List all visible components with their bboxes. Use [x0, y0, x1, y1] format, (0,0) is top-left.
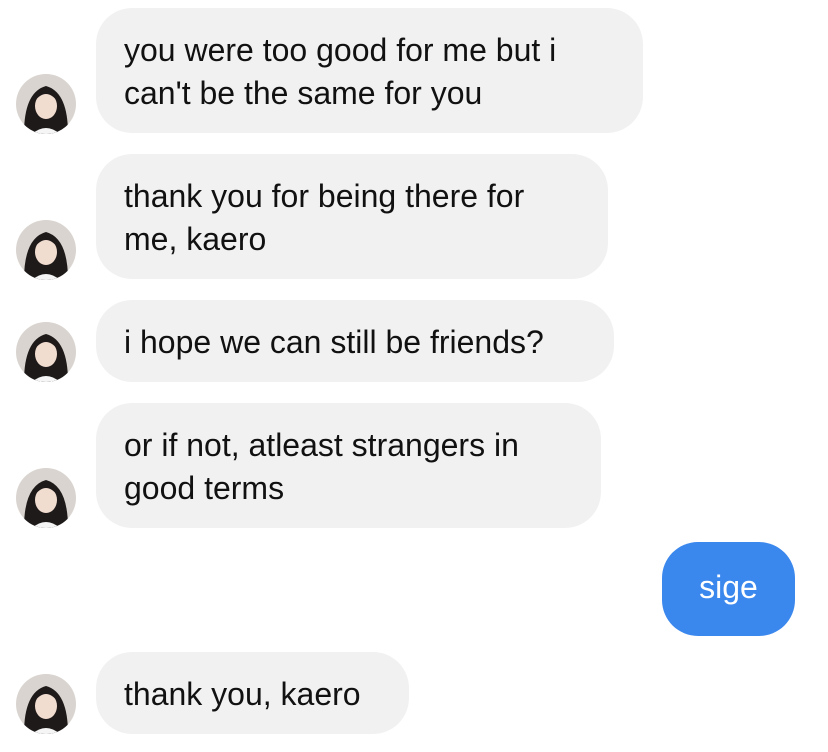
message-text-line: thank you, kaero: [124, 676, 361, 712]
incoming-message-bubble[interactable]: i hope we can still be friends?: [96, 300, 614, 382]
message-text-line: can't be the same for you: [124, 75, 483, 111]
avatar-photo-icon: [16, 74, 76, 134]
message-text-line: sige: [699, 569, 758, 605]
incoming-message-bubble[interactable]: thank you for being there for me, kaero: [96, 154, 608, 279]
avatar-photo-icon: [16, 468, 76, 528]
message-text-line: or if not, atleast strangers in: [124, 427, 519, 463]
contact-avatar[interactable]: [16, 674, 76, 734]
incoming-message-bubble[interactable]: you were too good for me but i can't be …: [96, 8, 643, 133]
avatar-photo-icon: [16, 674, 76, 734]
message-text-line: good terms: [124, 470, 285, 506]
message-text-line: thank you for being there for: [124, 178, 525, 214]
incoming-message-bubble[interactable]: thank you, kaero: [96, 652, 409, 734]
avatar-photo-icon: [16, 220, 76, 280]
contact-avatar[interactable]: [16, 468, 76, 528]
outgoing-message-bubble[interactable]: sige: [662, 542, 795, 636]
contact-avatar[interactable]: [16, 220, 76, 280]
contact-avatar[interactable]: [16, 322, 76, 382]
chat-screen: { "conversation": { "messages": [ { "sen…: [0, 0, 828, 752]
contact-avatar[interactable]: [16, 74, 76, 134]
message-text-line: i hope we can still be friends?: [124, 324, 544, 360]
avatar-photo-icon: [16, 322, 76, 382]
message-text-line: you were too good for me but i: [124, 32, 557, 68]
message-text-line: me, kaero: [124, 221, 267, 257]
incoming-message-bubble[interactable]: or if not, atleast strangers in good ter…: [96, 403, 601, 528]
